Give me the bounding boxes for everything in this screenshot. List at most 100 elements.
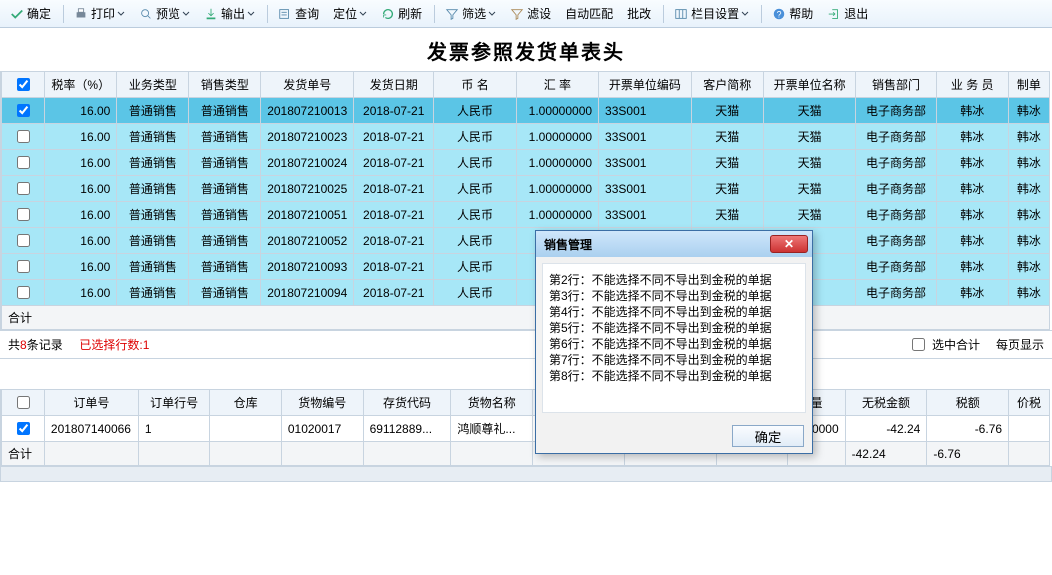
cell-cur: 人民币 (434, 98, 516, 124)
detail-select-all-checkbox[interactable] (17, 396, 30, 409)
col-cust[interactable]: 客户简称 (691, 72, 763, 98)
print-button[interactable]: 打印 (68, 3, 131, 24)
filter-settings-button[interactable]: 滤设 (504, 3, 557, 24)
cell-sale: 普通销售 (189, 176, 261, 202)
cell-sale: 普通销售 (189, 280, 261, 306)
batch-button[interactable]: 批改 (621, 3, 657, 24)
col-rate[interactable]: 汇 率 (516, 72, 598, 98)
help-icon: ? (772, 7, 786, 21)
table-row[interactable]: 16.00普通销售普通销售2018072100132018-07-21人民币1.… (2, 98, 1050, 124)
locate-button[interactable]: 定位 (327, 3, 373, 24)
row-checkbox[interactable] (17, 182, 30, 195)
export-button[interactable]: 输出 (198, 3, 261, 24)
table-row[interactable]: 16.00普通销售普通销售2018072100932018-07-21人民币电子… (2, 254, 1050, 280)
cell-biz: 普通销售 (117, 176, 189, 202)
filter-icon (445, 7, 459, 21)
row-checkbox[interactable] (17, 208, 30, 221)
row-checkbox[interactable] (17, 286, 30, 299)
cell-maker: 韩冰 (1008, 176, 1049, 202)
help-button[interactable]: ?帮助 (766, 3, 819, 24)
select-all-checkbox[interactable] (17, 78, 30, 91)
col-orderline[interactable]: 订单行号 (138, 390, 210, 416)
cell-maker: 韩冰 (1008, 280, 1049, 306)
col-goodsname[interactable]: 货物名称 (451, 390, 533, 416)
cell-biz: 普通销售 (117, 150, 189, 176)
filter-button[interactable]: 筛选 (439, 3, 502, 24)
svg-text:?: ? (777, 9, 782, 19)
chevron-down-icon (488, 10, 496, 18)
col-order[interactable]: 订单号 (44, 390, 138, 416)
dialog-close-button[interactable]: ✕ (770, 235, 808, 253)
select-sum-option[interactable]: 选中合计 (908, 335, 980, 354)
preview-button[interactable]: 预览 (133, 3, 196, 24)
cell-code: 33S001 (599, 202, 692, 228)
table-row[interactable]: 16.00普通销售普通销售2018072100242018-07-21人民币1.… (2, 150, 1050, 176)
dialog-titlebar[interactable]: 销售管理 ✕ (536, 231, 812, 257)
cell-no: 201807210052 (261, 228, 354, 254)
table-row[interactable]: 16.00普通销售普通销售2018072100232018-07-21人民币1.… (2, 124, 1050, 150)
col-tax[interactable]: 税率（%） (45, 72, 117, 98)
table-row[interactable]: 16.00普通销售普通销售2018072100942018-07-21人民币电子… (2, 280, 1050, 306)
col-taxamt[interactable]: 税额 (927, 390, 1009, 416)
col-sale[interactable]: 销售类型 (189, 72, 261, 98)
col-dept[interactable]: 销售部门 (856, 72, 936, 98)
columns-button[interactable]: 栏目设置 (668, 3, 755, 24)
select-all-header[interactable] (2, 72, 45, 98)
cell-cur: 人民币 (434, 202, 516, 228)
col-no[interactable]: 发货单号 (261, 72, 354, 98)
cell-tax: 16.00 (45, 280, 117, 306)
detail-row[interactable]: 20180714006610102001769112889...鸿顺尊礼...0… (2, 416, 1050, 442)
row-checkbox[interactable] (17, 130, 30, 143)
cell-maker: 韩冰 (1008, 150, 1049, 176)
col-cur[interactable]: 币 名 (434, 72, 516, 98)
sum-row: 合计 (2, 306, 1050, 330)
cell-wh (210, 416, 282, 442)
cell-date: 2018-07-21 (354, 254, 434, 280)
confirm-button[interactable]: 确定 (4, 3, 57, 24)
main-grid[interactable]: 税率（%） 业务类型 销售类型 发货单号 发货日期 币 名 汇 率 开票单位编码… (1, 71, 1050, 330)
cell-maker: 韩冰 (1008, 98, 1049, 124)
col-bill[interactable]: 开票单位名称 (763, 72, 856, 98)
cell-line: 1 (138, 416, 210, 442)
col-total[interactable]: 价税 (1009, 390, 1050, 416)
cell-emp: 韩冰 (936, 98, 1008, 124)
col-wh[interactable]: 仓库 (210, 390, 282, 416)
cell-no: 201807210023 (261, 124, 354, 150)
cell-sale: 普通销售 (189, 98, 261, 124)
col-date[interactable]: 发货日期 (354, 72, 434, 98)
chevron-down-icon (741, 10, 749, 18)
automatch-button[interactable]: 自动匹配 (559, 3, 619, 24)
col-emp[interactable]: 业 务 员 (936, 72, 1008, 98)
cell-emp: 韩冰 (936, 124, 1008, 150)
col-biz[interactable]: 业务类型 (117, 72, 189, 98)
table-row[interactable]: 16.00普通销售普通销售2018072100252018-07-21人民币1.… (2, 176, 1050, 202)
dialog-message-line: 第6行：不能选择不同不导出到金税的单据 (549, 336, 799, 352)
cell-cur: 人民币 (434, 280, 516, 306)
col-amt[interactable]: 无税金额 (845, 390, 927, 416)
detail-grid[interactable]: 订单号 订单行号 仓库 货物编号 存货代码 货物名称 量 无税金额 税额 价税 … (1, 389, 1050, 466)
cell-order: 201807140066 (44, 416, 138, 442)
row-checkbox[interactable] (17, 156, 30, 169)
print-icon (74, 7, 88, 21)
cell-tax: 16.00 (45, 124, 117, 150)
query-button[interactable]: 查询 (272, 3, 325, 24)
dialog-ok-button[interactable]: 确定 (732, 425, 804, 447)
cell-date: 2018-07-21 (354, 150, 434, 176)
refresh-button[interactable]: 刷新 (375, 3, 428, 24)
col-invcode[interactable]: 存货代码 (363, 390, 451, 416)
table-row[interactable]: 16.00普通销售普通销售2018072100512018-07-21人民币1.… (2, 202, 1050, 228)
row-checkbox[interactable] (17, 422, 30, 435)
preview-icon (139, 7, 153, 21)
col-code[interactable]: 开票单位编码 (599, 72, 692, 98)
table-row[interactable]: 16.00普通销售普通销售2018072100522018-07-21人民币电子… (2, 228, 1050, 254)
col-goodscode[interactable]: 货物编号 (281, 390, 363, 416)
col-maker[interactable]: 制单 (1008, 72, 1049, 98)
exit-button[interactable]: 退出 (821, 3, 874, 24)
h-scrollbar[interactable] (0, 466, 1052, 482)
row-checkbox[interactable] (17, 234, 30, 247)
cell-dept: 电子商务部 (856, 176, 936, 202)
detail-select-all[interactable] (2, 390, 45, 416)
select-sum-checkbox[interactable] (912, 338, 925, 351)
row-checkbox[interactable] (17, 260, 30, 273)
row-checkbox[interactable] (17, 104, 30, 117)
